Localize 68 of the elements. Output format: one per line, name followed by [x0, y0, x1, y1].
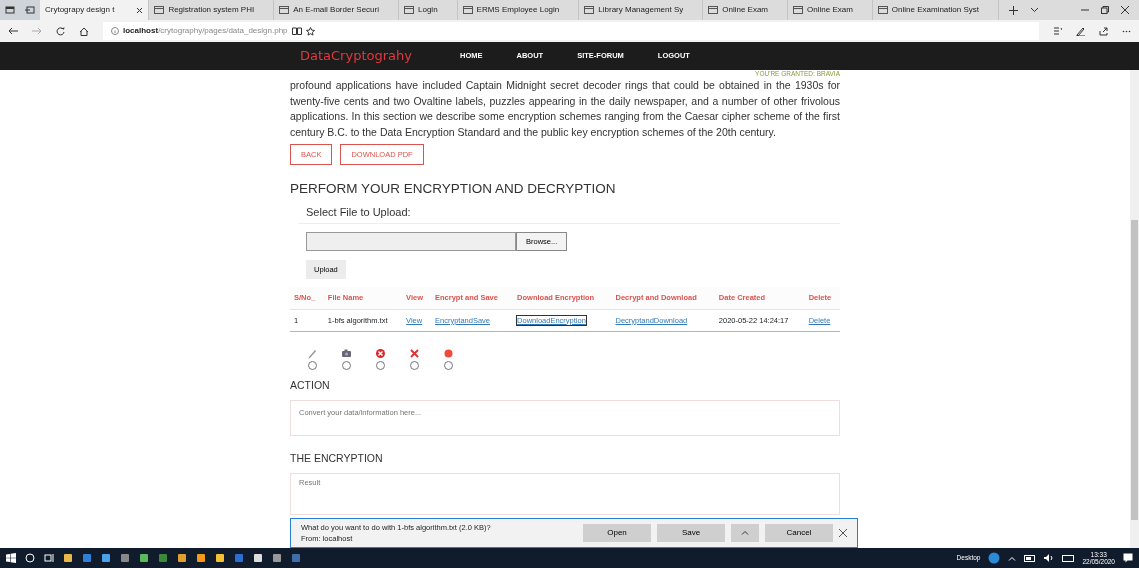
dot-icon — [442, 347, 454, 359]
brand-logo[interactable]: DataCryptograhy — [300, 46, 460, 66]
section-heading: ACTION — [290, 377, 331, 393]
favorites-icon[interactable] — [1053, 26, 1062, 36]
back-icon[interactable] — [8, 27, 18, 35]
plus-icon[interactable] — [1009, 5, 1018, 15]
tab-group-icon[interactable] — [5, 6, 15, 14]
minimize-icon[interactable] — [1081, 6, 1089, 14]
tab-title: ERMS Employee Login — [476, 4, 560, 16]
tab-title: Crytograpy design t — [45, 4, 115, 16]
chevron-up-icon[interactable] — [1008, 555, 1017, 561]
download-button[interactable]: Open — [583, 524, 651, 542]
body-paragraph: profound applications have included Captain Midnight secret decoder rings that could be obtained in the 1930s for twenty-five cents and two Ovaltine labels, puzzles appearing in the daily newspaper, and a number of other frivolous applications. In this section we describe some encryption schemes ranging from the Caesar cipher scheme of the first century B.C. to the Data Encryption Standard and the public key encryption schemes of the 20th century. — [290, 78, 840, 140]
close-icon[interactable] — [1121, 6, 1129, 14]
page-icon — [793, 6, 804, 14]
error-icon — [374, 347, 386, 359]
address-field[interactable]: localhost/crytography/pages/data_design.php — [103, 22, 1039, 40]
volume-icon[interactable] — [1044, 554, 1055, 562]
battery-icon[interactable] — [1024, 554, 1037, 562]
refresh-icon[interactable] — [56, 26, 65, 36]
tab-title: Login — [418, 4, 438, 16]
tab-title: Online Exam — [807, 4, 853, 16]
download-button[interactable]: Save — [657, 524, 725, 542]
camera-icon — [340, 347, 352, 359]
info-icon — [111, 27, 119, 35]
section-title: PERFORM YOUR ENCRYPTION AND DECRYPTION — [290, 180, 617, 199]
tab-aside-icon[interactable] — [25, 6, 35, 14]
reading-view-icon[interactable] — [291, 27, 302, 35]
page-icon — [877, 6, 888, 14]
chevron-down-icon[interactable] — [1030, 7, 1039, 13]
file-path-field[interactable] — [306, 232, 516, 251]
pencil-icon — [306, 347, 318, 359]
close-icon[interactable] — [136, 6, 144, 14]
page-icon — [279, 6, 290, 14]
cross-icon — [408, 347, 420, 359]
page-icon — [154, 6, 165, 14]
page-icon — [708, 6, 719, 14]
browser-tab[interactable]: Crytograpy design t — [40, 0, 150, 20]
url-text: localhost/crytography/pages/data_design.php — [123, 25, 288, 37]
close-icon[interactable] — [839, 529, 847, 537]
share-icon[interactable] — [1099, 26, 1108, 36]
pen-icon[interactable] — [1076, 26, 1085, 36]
tab-title: Library Management Sy — [598, 4, 684, 16]
start-icon[interactable] — [6, 553, 16, 563]
download-button[interactable]: Cancel — [765, 524, 833, 542]
chevron-up-icon — [741, 530, 749, 536]
radio-button[interactable] — [443, 360, 453, 370]
scrollbar-thumb[interactable] — [1131, 220, 1138, 520]
tab-title: Registration system PHI — [168, 4, 255, 16]
section-heading: THE ENCRYPTION — [290, 451, 384, 466]
radio-button[interactable] — [307, 360, 317, 370]
keyboard-icon[interactable] — [1062, 554, 1075, 562]
tab-title: An E-mail Border Securi — [293, 4, 379, 16]
search-icon[interactable] — [25, 553, 35, 563]
page-icon — [462, 6, 473, 14]
page-icon — [404, 6, 414, 14]
upload-label: Select File to Upload: — [298, 203, 840, 224]
radio-button[interactable] — [341, 360, 351, 370]
home-icon[interactable] — [79, 26, 89, 36]
restore-icon[interactable] — [1101, 6, 1109, 14]
radio-button[interactable] — [409, 360, 419, 370]
tab-title: Online Exam — [722, 4, 769, 16]
radio-button[interactable] — [375, 360, 385, 370]
notification-icon[interactable] — [1123, 553, 1133, 563]
star-icon[interactable] — [305, 26, 315, 36]
page-icon — [584, 6, 595, 14]
task-view-icon[interactable] — [44, 553, 54, 563]
tab-title: Online Examination Syst — [891, 4, 979, 16]
